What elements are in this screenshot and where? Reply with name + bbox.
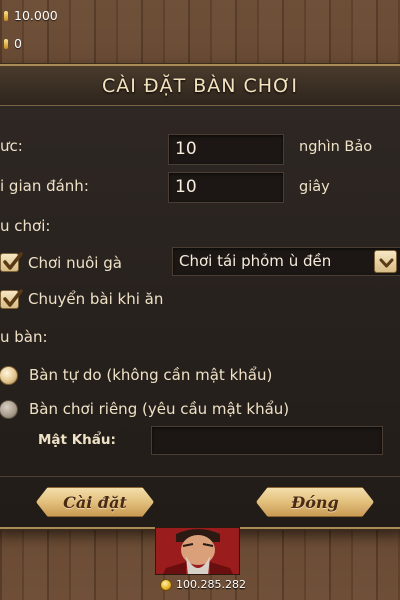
time-label: i gian đánh: (0, 177, 89, 195)
rule-select[interactable]: Chơi tái phỏm ù đền (172, 247, 400, 276)
money-stat: 10.000 (4, 8, 58, 23)
bet-input[interactable]: 10 (168, 134, 284, 165)
dialog-header: CÀI ĐẶT BÀN CHƠI (0, 66, 400, 106)
checkmark-icon (3, 252, 23, 270)
divider (0, 476, 400, 477)
checkmark-icon (3, 289, 23, 307)
private-table-label: Bàn chơi riêng (yêu cầu mật khẩu) (29, 400, 290, 418)
bet-unit: nghìn Bảo (299, 139, 373, 155)
transfer-on-eat-label: Chuyển bài khi ăn (28, 290, 164, 308)
close-button[interactable]: Đóng (256, 487, 374, 517)
gold-bar-icon (4, 38, 8, 49)
time-unit: giây (299, 179, 330, 195)
password-input[interactable] (151, 426, 383, 455)
bet-label: ưc: (0, 137, 23, 155)
table-type-section-label: u bàn: (0, 328, 48, 346)
free-table-label: Bàn tự do (không cần mật khẩu) (29, 366, 273, 384)
rules-section-label: u chơi: (0, 217, 51, 235)
avatar[interactable] (155, 527, 240, 575)
player-coins: 100.285.282 (160, 578, 246, 591)
coin-icon (160, 578, 172, 591)
raise-chicken-checkbox[interactable] (0, 252, 23, 272)
secondary-value: 0 (14, 36, 22, 51)
rule-select-value: Chơi tái phỏm ù đền (179, 252, 332, 270)
money-value: 10.000 (14, 8, 58, 23)
password-label: Mật Khẩu: (38, 432, 116, 448)
coins-value: 100.285.282 (176, 578, 246, 591)
transfer-on-eat-checkbox[interactable] (0, 289, 23, 309)
dialog-title: CÀI ĐẶT BÀN CHƠI (101, 74, 299, 97)
gold-bar-icon (4, 10, 8, 21)
time-input[interactable]: 10 (168, 172, 284, 203)
raise-chicken-label: Chơi nuôi gà (28, 254, 122, 272)
chevron-down-icon[interactable] (374, 250, 397, 273)
save-settings-button[interactable]: Cài đặt (36, 487, 154, 517)
secondary-stat: 0 (4, 36, 22, 51)
